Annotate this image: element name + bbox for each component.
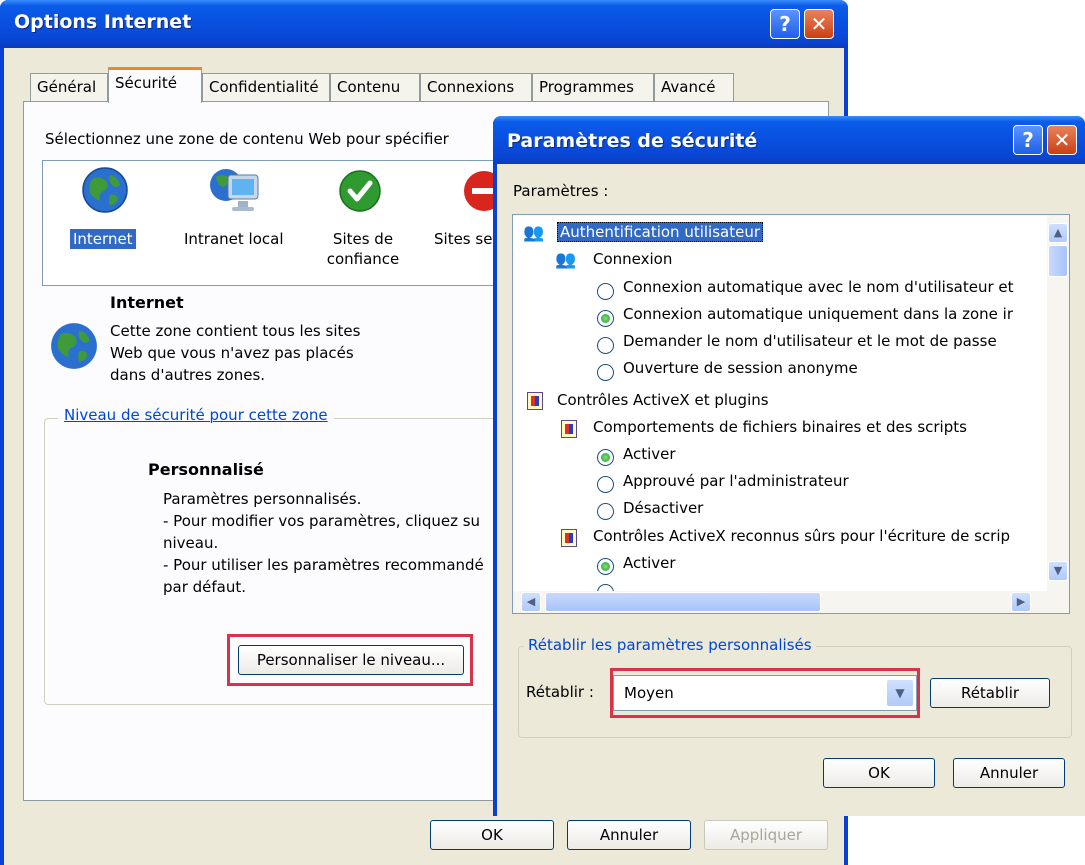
dialog-title: Paramètres de sécurité [507,130,758,152]
zone-description-line-2: Web que vous n'avez pas placés [110,344,354,362]
green-check-icon [339,170,381,212]
tree-row-auto-logon-zone[interactable]: Connexion automatique uniquement dans la… [623,301,1013,327]
globe-icon [51,323,97,369]
reset-group-label: Rétablir les paramètres personnalisés [524,636,816,654]
tree-row-label: Authentification utilisateur [557,222,764,242]
radio-binary-enable[interactable] [597,449,614,466]
tab-programs[interactable]: Programmes [532,73,654,101]
computer-icon [210,169,259,211]
security-level-group-label: Niveau de sécurité pour cette zone [58,406,334,424]
close-button[interactable]: ✕ [804,9,834,39]
security-settings-titlebar[interactable]: Paramètres de sécurité ? ✕ [493,116,1085,164]
scroll-down-button[interactable]: ▼ [1048,561,1068,581]
level-line-5: par défaut. [163,578,247,596]
dialog-ok-button[interactable]: OK [823,758,935,788]
radio-prompt-credentials[interactable] [597,337,614,354]
tree-row-anonymous-logon[interactable]: Ouverture de session anonyme [623,355,858,381]
zone-internet-label: Internet [70,229,136,249]
level-line-4: - Pour utiliser les paramètres recommand… [163,556,484,574]
tab-connections[interactable]: Connexions [420,73,532,101]
safe-activex-shield-icon [561,529,577,547]
tree-row-prompt-credentials[interactable]: Demander le nom d'utilisateur et le mot … [623,328,997,354]
tab-content[interactable]: Contenu [330,73,420,101]
scroll-right-button[interactable]: ▶ [1011,592,1031,612]
security-level-title: Personnalisé [148,460,264,479]
horizontal-scrollbar[interactable]: ◀ ▶ [513,591,1069,613]
radio-auto-logon-user[interactable] [597,283,614,300]
help-button[interactable]: ? [770,9,800,39]
tab-security[interactable]: Sécurité [108,67,202,103]
zone-description-line-3: dans d'autres zones. [110,366,266,384]
dialog-close-button[interactable]: ✕ [1047,125,1077,155]
reset-button[interactable]: Rétablir [930,678,1050,708]
level-line-2: - Pour modifier vos paramètres, cliquez … [163,512,481,530]
radio-binary-disable[interactable] [597,503,614,520]
window-title: Options Internet [14,11,192,33]
tree-row-binary-disable[interactable]: Désactiver [623,495,703,521]
reset-label: Rétablir : [526,683,594,701]
dialog-cancel-button[interactable]: Annuler [953,758,1065,788]
internet-options-titlebar[interactable]: Options Internet ? ✕ [0,0,848,48]
zone-restricted-sites[interactable]: Sites se [432,165,498,265]
globe-icon [82,167,128,213]
tree-row-activex[interactable]: Contrôles ActiveX et plugins [557,387,769,413]
tree-row-user-auth[interactable]: Authentification utilisateur [557,219,764,245]
tree-row-binary-behaviors[interactable]: Comportements de fichiers binaires et de… [593,414,967,440]
scroll-left-button[interactable]: ◀ [521,592,541,612]
vertical-scrollbar[interactable]: ▲ ▼ [1047,215,1069,591]
reset-level-value: Moyen [624,684,674,702]
apply-button: Appliquer [704,820,828,850]
zone-prompt: Sélectionnez une zone de contenu Web pou… [45,130,449,148]
tree-row-binary-enable[interactable]: Activer [623,441,676,467]
binary-scripts-shield-icon [561,420,577,438]
activex-shield-icon [527,392,543,410]
reset-level-select[interactable]: Moyen ▼ [613,675,917,711]
zone-restricted-sites-label: Sites se [434,230,493,248]
user-auth-icon: 👥 [523,223,545,243]
tree-row-auto-logon-user[interactable]: Connexion automatique avec le nom d'util… [623,274,1014,300]
dialog-help-button[interactable]: ? [1013,125,1043,155]
user-logon-icon: 👥 [555,250,577,270]
zone-trusted-sites[interactable]: Sites de confiance [318,165,418,275]
settings-tree[interactable]: 👥 Authentification utilisateur 👥 Connexi… [512,214,1070,614]
zone-name: Internet [110,293,184,312]
tab-advanced[interactable]: Avancé [654,73,734,101]
zone-local-intranet[interactable]: Intranet local [180,165,295,265]
tab-general[interactable]: Général [30,73,108,101]
zone-trusted-sites-label: Sites de confiance [326,230,400,268]
radio-anonymous-logon[interactable] [597,364,614,381]
zone-internet[interactable]: Internet [60,165,150,265]
zone-local-intranet-label: Intranet local [184,230,284,248]
scroll-thumb-horizontal[interactable] [545,592,821,612]
level-line-1: Paramètres personnalisés. [163,490,362,508]
settings-label: Paramètres : [513,182,609,200]
cancel-button[interactable]: Annuler [567,820,691,850]
custom-level-button[interactable]: Personnaliser le niveau... [238,645,464,675]
radio-binary-admin[interactable] [597,476,614,493]
tree-row-binary-admin[interactable]: Approuvé par l'administrateur [623,468,849,494]
ok-button[interactable]: OK [430,820,554,850]
zone-description-line-1: Cette zone contient tous les sites [110,322,361,340]
scroll-up-button[interactable]: ▲ [1048,223,1068,243]
tree-row-safe-activex-enable[interactable]: Activer [623,550,676,576]
level-line-3: niveau. [163,534,219,552]
tree-row-logon[interactable]: Connexion [593,246,672,272]
chevron-down-icon[interactable]: ▼ [886,679,914,707]
tree-row-safe-activex[interactable]: Contrôles ActiveX reconnus sûrs pour l'é… [593,523,1010,549]
radio-safe-activex-enable[interactable] [597,558,614,575]
scroll-thumb-vertical[interactable] [1048,245,1068,277]
radio-auto-logon-zone[interactable] [597,310,614,327]
tab-privacy[interactable]: Confidentialité [202,73,330,101]
